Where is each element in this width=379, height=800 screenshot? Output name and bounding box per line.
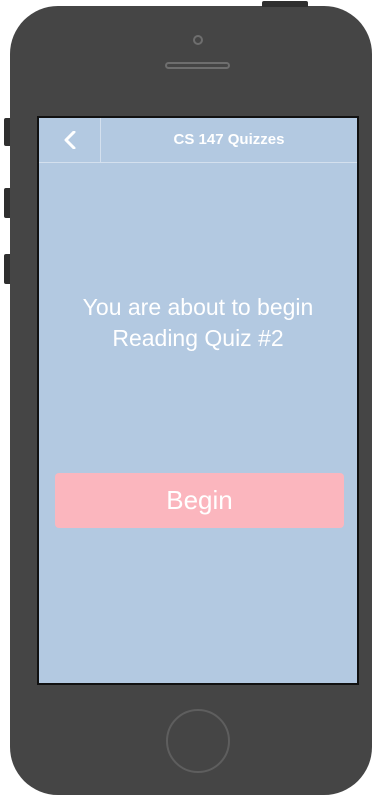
quiz-intro-message: You are about to begin Reading Quiz #2 — [39, 292, 357, 354]
begin-button[interactable]: Begin — [55, 473, 344, 528]
message-line-2: Reading Quiz #2 — [112, 325, 284, 351]
app-screen: CS 147 Quizzes You are about to begin Re… — [37, 116, 359, 685]
back-button[interactable] — [39, 118, 101, 162]
home-button[interactable] — [166, 709, 230, 773]
mute-switch — [4, 118, 10, 146]
speaker-grille — [165, 62, 230, 69]
navigation-bar: CS 147 Quizzes — [39, 118, 357, 163]
camera-icon — [193, 35, 203, 45]
volume-down-button — [4, 254, 10, 284]
page-title: CS 147 Quizzes — [173, 131, 285, 148]
power-button — [262, 1, 308, 7]
volume-up-button — [4, 188, 10, 218]
chevron-left-icon — [64, 131, 76, 149]
message-line-1: You are about to begin — [82, 294, 314, 320]
